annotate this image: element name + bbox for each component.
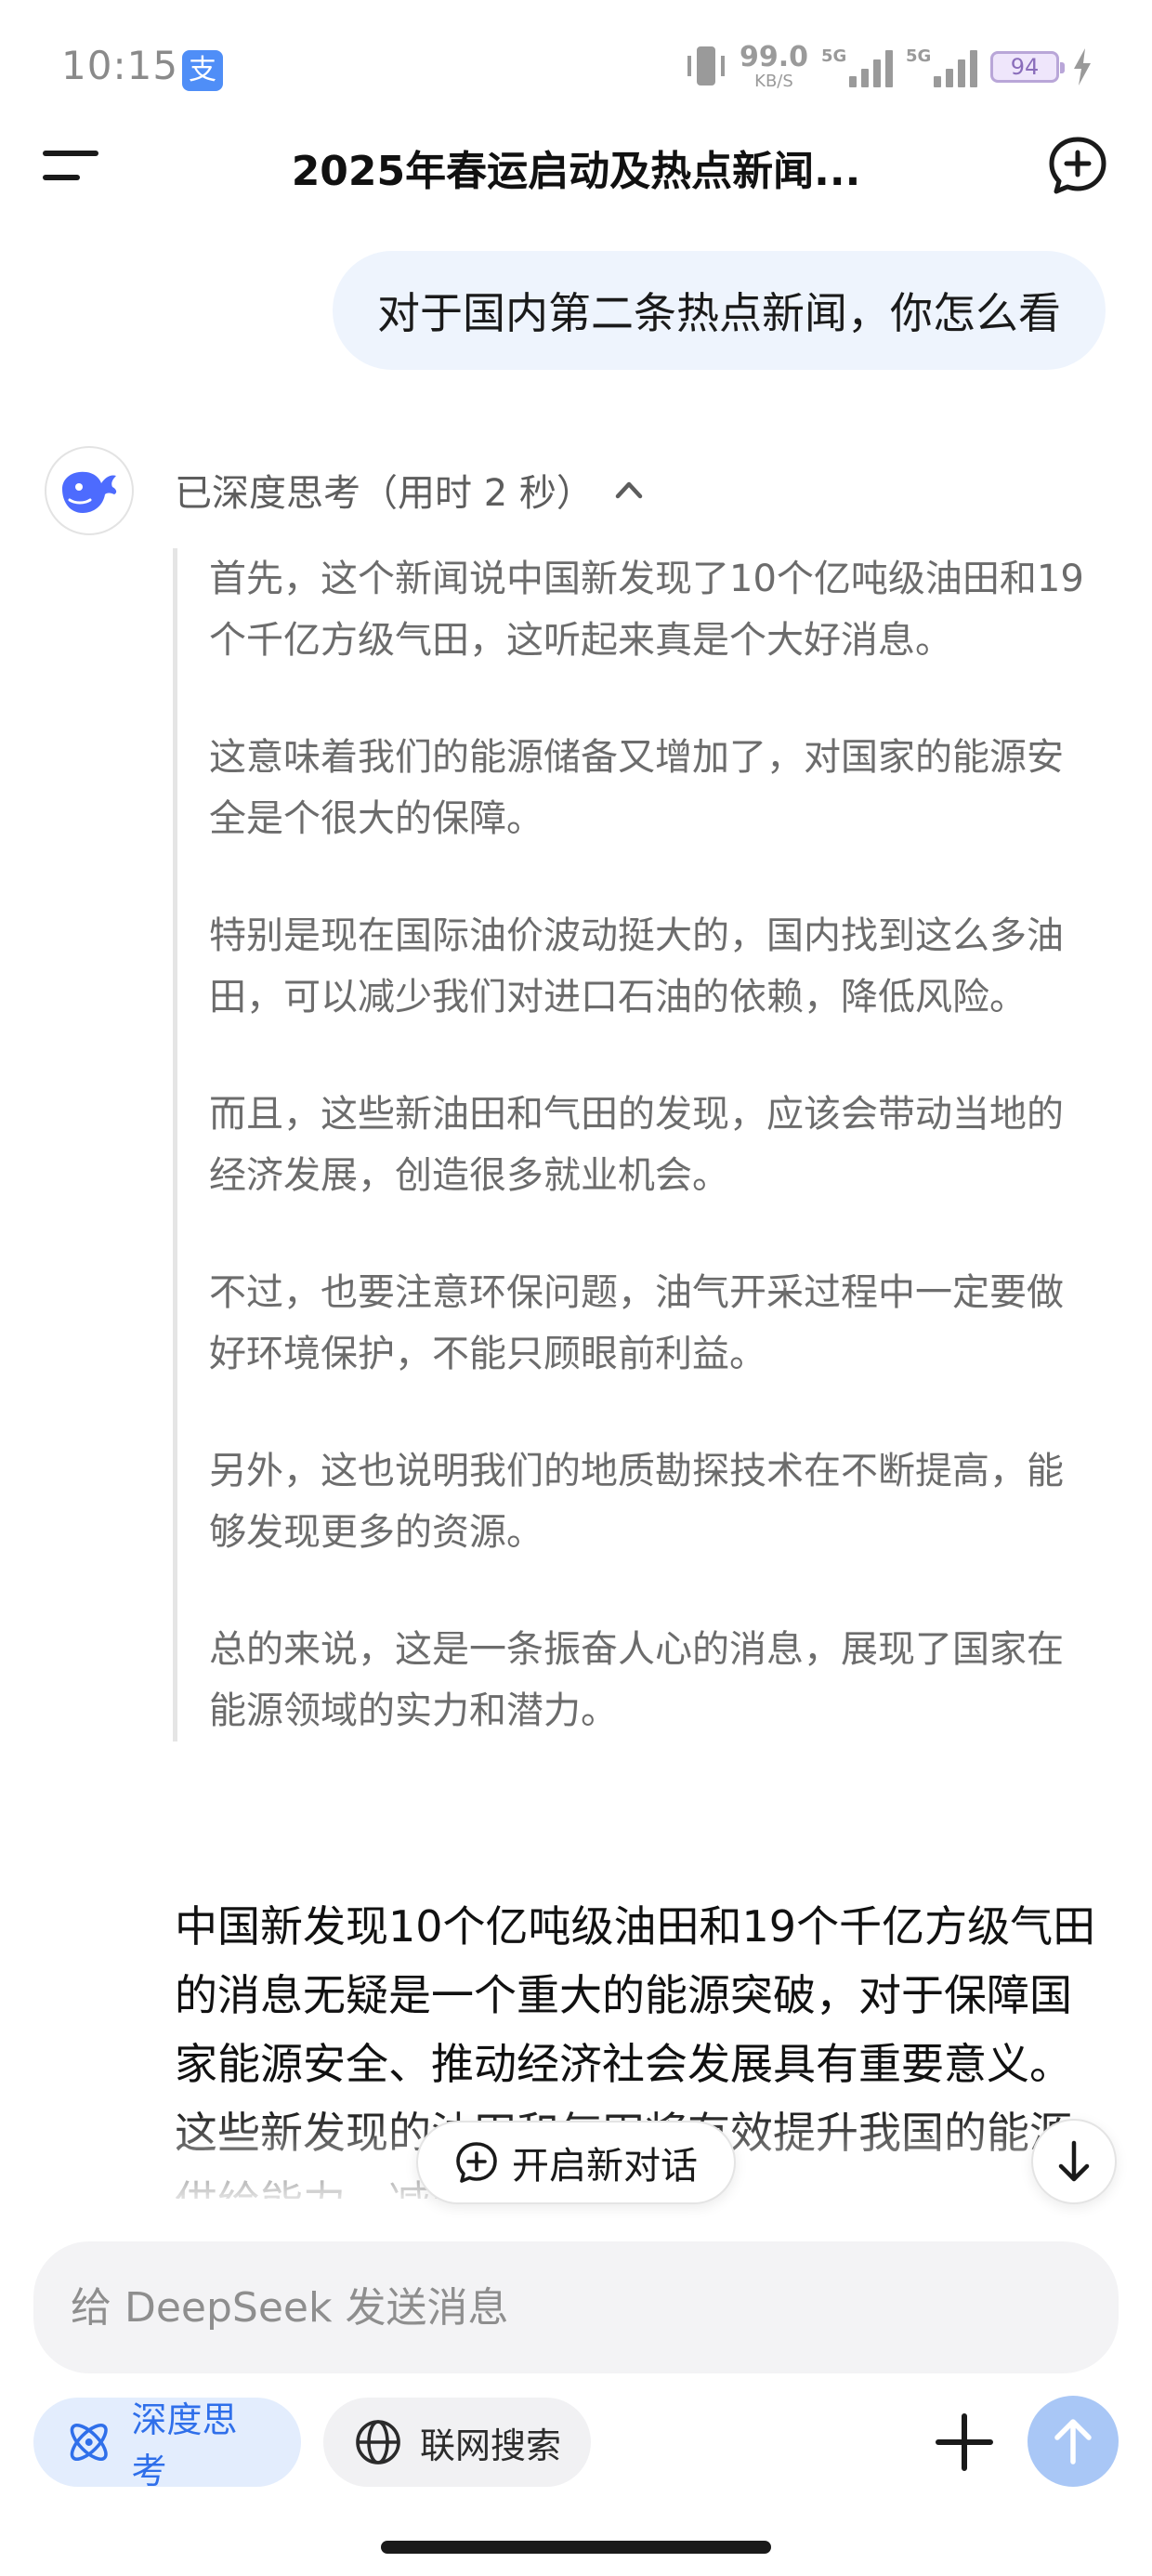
home-indicator[interactable] — [381, 2541, 771, 2554]
vibrate-icon — [686, 43, 727, 91]
deep-think-label: 深度思考 — [131, 2399, 238, 2491]
new-chat-label: 开启新对话 — [512, 2145, 698, 2188]
charging-icon — [1074, 48, 1091, 85]
message-input-container — [33, 2241, 1119, 2373]
signal-icon: 5G — [906, 46, 977, 87]
network-speed-unit: KB/S — [754, 72, 793, 91]
new-chat-button[interactable]: 开启新对话 — [416, 2121, 736, 2204]
signal-icon: 5G — [821, 46, 893, 87]
message-input[interactable] — [69, 2282, 1119, 2333]
status-time: 10:15 — [61, 43, 179, 88]
globe-icon — [356, 2420, 400, 2464]
app-header: 2025年春运启动及热点新闻... — [0, 130, 1152, 204]
status-bar: 10:15 支 99.0 KB/S 5G 5G 94 — [0, 0, 1152, 130]
thinking-paragraph: 另外，这也说明我们的地质勘探技术在不断提高，能够发现更多的资源。 — [209, 1450, 1064, 1554]
send-button[interactable] — [1028, 2396, 1119, 2487]
deepseek-whale-icon — [62, 471, 117, 513]
new-chat-icon[interactable] — [1046, 134, 1109, 197]
network-speed-value: 99.0 — [739, 41, 808, 73]
thinking-paragraph: 特别是现在国际油价波动挺大的，国内找到这么多油田，可以减少我们对进口石油的依赖，… — [209, 914, 1064, 1019]
arrow-down-icon — [1058, 2140, 1090, 2182]
thinking-paragraph: 这意味着我们的能源储备又增加了，对国家的能源安全是个很大的保障。 — [209, 736, 1064, 840]
alipay-notification-icon: 支 — [182, 50, 223, 91]
battery-level: 94 — [1010, 54, 1040, 80]
deep-think-toggle[interactable]: 深度思考 — [33, 2398, 301, 2491]
atom-icon — [70, 2424, 108, 2461]
web-search-toggle[interactable]: 联网搜索 — [323, 2398, 591, 2487]
conversation-title: 2025年春运启动及热点新闻... — [291, 148, 861, 195]
user-message-bubble: 对于国内第二条热点新闻，你怎么看 — [333, 251, 1106, 370]
new-chat-icon — [456, 2142, 497, 2183]
thinking-paragraph: 而且，这些新油田和气田的发现，应该会带动当地的经济发展，创造很多就业机会。 — [209, 1093, 1064, 1197]
thinking-paragraph: 首先，这个新闻说中国新发现了10个亿吨级油田和19个千亿方级气田，这听起来真是个… — [209, 558, 1084, 662]
status-indicators: 99.0 KB/S 5G 5G 94 — [686, 41, 1093, 93]
network-speed: 99.0 KB/S — [740, 44, 808, 90]
web-search-label: 联网搜索 — [420, 2425, 562, 2466]
thinking-paragraph: 不过，也要注意环保问题，油气开采过程中一定要做好环境保护，不能只顾眼前利益。 — [209, 1271, 1064, 1375]
attach-plus-icon[interactable] — [929, 2407, 1000, 2477]
thinking-toggle[interactable]: 已深度思考（用时 2 秒） — [175, 459, 648, 520]
battery-icon: 94 — [990, 51, 1065, 83]
deepseek-avatar — [45, 446, 134, 535]
scroll-to-bottom-button[interactable] — [1031, 2119, 1117, 2204]
thinking-status-label: 已深度思考（用时 2 秒） — [175, 472, 594, 515]
thinking-paragraph: 总的来说，这是一条振奋人心的消息，展现了国家在能源领域的实力和潜力。 — [209, 1628, 1064, 1732]
signal-type-label: 5G — [906, 46, 932, 66]
thinking-content: 首先，这个新闻说中国新发现了10个亿吨级油田和19个千亿方级气田，这听起来真是个… — [173, 548, 1093, 1741]
chevron-up-icon — [615, 481, 643, 499]
signal-type-label: 5G — [821, 46, 847, 66]
arrow-up-icon — [1054, 2419, 1092, 2464]
